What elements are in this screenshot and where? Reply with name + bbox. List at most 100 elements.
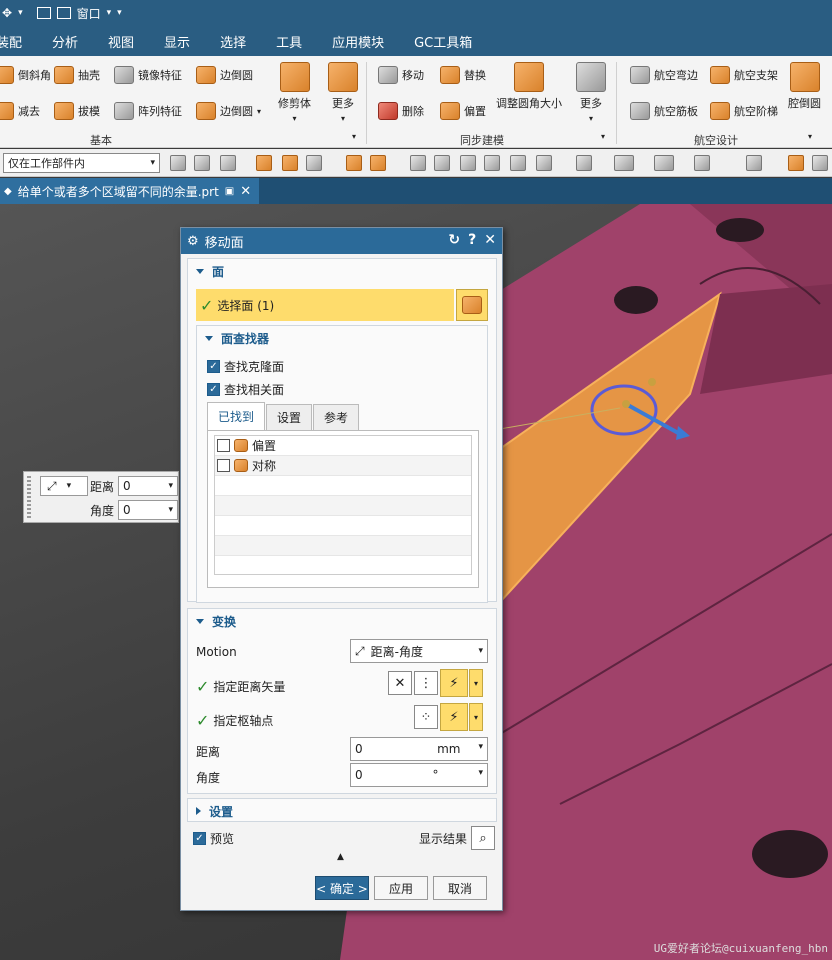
preview-checkbox[interactable]: ✓ [193, 832, 206, 845]
chevron-down-icon[interactable]: ▾ [107, 8, 112, 18]
drag-handle[interactable] [27, 476, 31, 520]
customize-chevron-icon[interactable]: ▾ [117, 8, 122, 18]
menu-application[interactable]: 应用模块 [332, 32, 384, 51]
component-select-icon[interactable] [370, 155, 386, 171]
more-basic-button[interactable]: 更多 ▾ [328, 62, 358, 123]
reset-icon[interactable]: ↻ [448, 232, 460, 248]
filter-icon[interactable] [170, 155, 186, 171]
type-filter-icon[interactable] [194, 155, 210, 171]
aero-rib-button[interactable]: 航空筋板 [630, 102, 698, 120]
selection-scope-select[interactable]: 仅在工作部件内 ▾ [3, 153, 160, 173]
draft-button[interactable]: 拔模 [54, 102, 100, 120]
edit-object-icon[interactable] [788, 155, 804, 171]
item-checkbox[interactable] [217, 459, 230, 472]
help-icon[interactable]: ? [468, 232, 476, 248]
menu-analysis[interactable]: 分析 [52, 32, 78, 51]
tab-found[interactable]: 已找到 [207, 402, 266, 430]
close-icon[interactable]: ✕ [240, 184, 251, 199]
list-item[interactable]: 偏置 [215, 436, 471, 456]
cancel-button[interactable]: 取消 [433, 876, 487, 900]
find-related-checkbox[interactable]: ✓ [207, 383, 220, 396]
snap-point-icon[interactable] [256, 155, 272, 171]
document-tab[interactable]: ◆ 给单个或者多个区域留不同的余量.prt ▣ ✕ [0, 178, 260, 204]
menu-select[interactable]: 选择 [220, 32, 246, 51]
paint-brush-icon[interactable] [812, 155, 828, 171]
angle-handle[interactable] [648, 378, 656, 386]
body-select-icon[interactable] [346, 155, 362, 171]
face-section-header[interactable]: 面 [188, 259, 496, 283]
chevron-down-icon[interactable]: ▾ [18, 8, 23, 18]
rotate-icon[interactable] [460, 155, 476, 171]
window-menu[interactable]: 窗口 [77, 5, 101, 22]
menu-tools[interactable]: 工具 [276, 32, 302, 51]
tab-settings[interactable]: 设置 [266, 404, 313, 430]
find-related-row[interactable]: ✓ 查找相关面 [207, 381, 284, 398]
group-basic-expand-icon[interactable]: ▾ [352, 132, 356, 141]
select-face-row[interactable]: ✓ 选择面 (1) [196, 289, 454, 321]
find-clone-row[interactable]: ✓ 查找克隆面 [207, 358, 284, 375]
pocket-blend-button[interactable]: 腔倒圆 [788, 62, 821, 111]
pivot-point[interactable] [622, 400, 630, 408]
pattern-feature-button[interactable]: 阵列特征 [114, 102, 182, 120]
tab-reference[interactable]: 参考 [313, 404, 360, 430]
delete-face-button[interactable]: 删除 [378, 102, 424, 120]
window-switch-icon[interactable] [36, 7, 51, 19]
cube-icon[interactable] [484, 155, 500, 171]
vector-infer-dropdown[interactable]: ▾ [469, 669, 483, 697]
move-face-button[interactable]: 移动 [378, 66, 424, 84]
find-clone-checkbox[interactable]: ✓ [207, 360, 220, 373]
close-icon[interactable]: ✕ [484, 232, 496, 248]
aero-bracket-button[interactable]: 航空支架 [710, 66, 778, 84]
group-aero-expand-icon[interactable]: ▾ [808, 132, 812, 141]
menu-view[interactable]: 视图 [108, 32, 134, 51]
move-icon[interactable]: ✥ [2, 6, 12, 20]
dialog-title-bar[interactable]: ⚙ 移动面 ↻ ? ✕ [181, 228, 502, 254]
point-infer-button[interactable]: ⚡ [440, 703, 468, 731]
point-infer-dropdown[interactable]: ▾ [469, 703, 483, 731]
aero-step-button[interactable]: 航空阶梯 [710, 102, 778, 120]
ok-button[interactable]: < 确定 > [315, 876, 369, 900]
snap-options-icon[interactable] [306, 155, 322, 171]
gear-icon[interactable]: ⚙ [187, 234, 199, 249]
settings-section-header[interactable]: 设置 [188, 799, 496, 823]
resize-blend-button[interactable]: 调整圆角大小 [496, 62, 562, 111]
offset-face-button[interactable]: 偏置 [440, 102, 486, 120]
angle-input[interactable]: 0 ▾ [118, 500, 178, 520]
render-style-icon[interactable] [576, 155, 592, 171]
menu-gc-toolbox[interactable]: GC工具箱 [414, 32, 472, 51]
shaded-icon[interactable] [510, 155, 526, 171]
menu-display[interactable]: 显示 [164, 32, 190, 51]
snap-face-icon[interactable] [282, 155, 298, 171]
angle-input[interactable]: 0 ° ▾ [350, 763, 488, 787]
list-item[interactable]: 对称 [215, 456, 471, 476]
layer-icon[interactable] [694, 155, 710, 171]
window-icon[interactable] [56, 7, 71, 19]
collapse-arrow-icon[interactable]: ▲ [337, 852, 344, 862]
view-cylinder-icon[interactable] [614, 155, 634, 171]
select-face-button[interactable] [456, 289, 488, 321]
vector-dialog-button[interactable]: ⋮ [414, 671, 438, 695]
distance-input[interactable]: 0 ▾ [118, 476, 178, 496]
replace-face-button[interactable]: 替换 [440, 66, 486, 84]
edge-blend-button[interactable]: 边倒圆 [196, 66, 253, 84]
subtract-button[interactable]: 减去 [0, 102, 40, 120]
visibility-icon[interactable] [746, 155, 762, 171]
motion-select[interactable]: ⤢ 距离-角度 ▾ [350, 639, 488, 663]
view-orient-icon[interactable] [654, 155, 674, 171]
dimension-icon[interactable] [434, 155, 450, 171]
edge-blend-dropdown-button[interactable]: 边倒圆 ▾ [196, 102, 261, 120]
face-finder-header[interactable]: 面查找器 [197, 326, 487, 350]
menu-assembly[interactable]: 装配 [0, 32, 22, 51]
transform-section-header[interactable]: 变换 [188, 609, 496, 633]
more-sync-button[interactable]: 更多 ▾ [576, 62, 606, 123]
mirror-feature-button[interactable]: 镜像特征 [114, 66, 182, 84]
selection-mode-icon[interactable] [220, 155, 236, 171]
group-sync-expand-icon[interactable]: ▾ [601, 132, 605, 141]
reverse-direction-button[interactable]: ✕ [388, 671, 412, 695]
fit-icon[interactable] [536, 155, 552, 171]
sketch-icon[interactable] [410, 155, 426, 171]
aero-flange-button[interactable]: 航空弯边 [630, 66, 698, 84]
vector-infer-button[interactable]: ⚡ [440, 669, 468, 697]
preview-row[interactable]: ✓ 预览 [193, 830, 234, 847]
show-result-button[interactable]: ⌕ [471, 826, 495, 850]
